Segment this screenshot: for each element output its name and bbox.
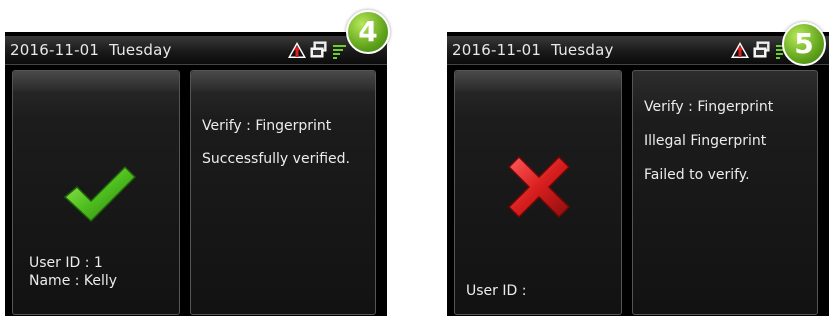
status-bar: 2016-11-01 Tuesday (447, 36, 829, 65)
alarm-warning-icon (288, 42, 306, 58)
verify-mode-text: Verify : Fingerprint (644, 99, 774, 115)
result-panel: User ID : 1 Name : Kelly (12, 70, 180, 315)
verify-mode-text: Verify : Fingerprint (202, 118, 332, 134)
user-name-label: Name : Kelly (29, 273, 118, 289)
panel-header (455, 71, 621, 91)
panel-header (13, 71, 179, 91)
status-bar: 2016-11-01 Tuesday (5, 36, 387, 65)
date-label: 2016-11-01 Tuesday (10, 41, 172, 59)
illegal-fingerprint-text: Illegal Fingerprint (644, 133, 767, 149)
message-panel: Verify : Fingerprint Successfully verifi… (190, 70, 376, 315)
alarm-warning-icon (731, 42, 749, 58)
device-screen-success: 2016-11-01 Tuesday User ID: 1 Name: Ke… (5, 32, 387, 316)
check-icon (63, 165, 137, 223)
verify-result-text: Successfully verified. (202, 151, 350, 167)
verify-result-text: Failed to verify. (644, 167, 750, 183)
panel-header (191, 71, 375, 91)
wifi-signal-icon (333, 45, 346, 59)
user-id-label: User ID : 1 (29, 255, 103, 271)
user-id-label: User ID : (466, 283, 527, 299)
network-computer-icon (753, 41, 770, 58)
network-computer-icon (310, 41, 327, 58)
message-panel: Verify : Fingerprint Illegal Fingerprint… (632, 70, 818, 315)
cross-icon (507, 155, 571, 219)
device-screen-failure: 2016-11-01 Tuesday User ID: Verify: Fi… (447, 32, 829, 316)
step-badge: 4 (346, 10, 390, 54)
step-badge: 5 (782, 22, 826, 66)
date-label: 2016-11-01 Tuesday (452, 41, 614, 59)
result-panel: User ID : (454, 70, 622, 315)
